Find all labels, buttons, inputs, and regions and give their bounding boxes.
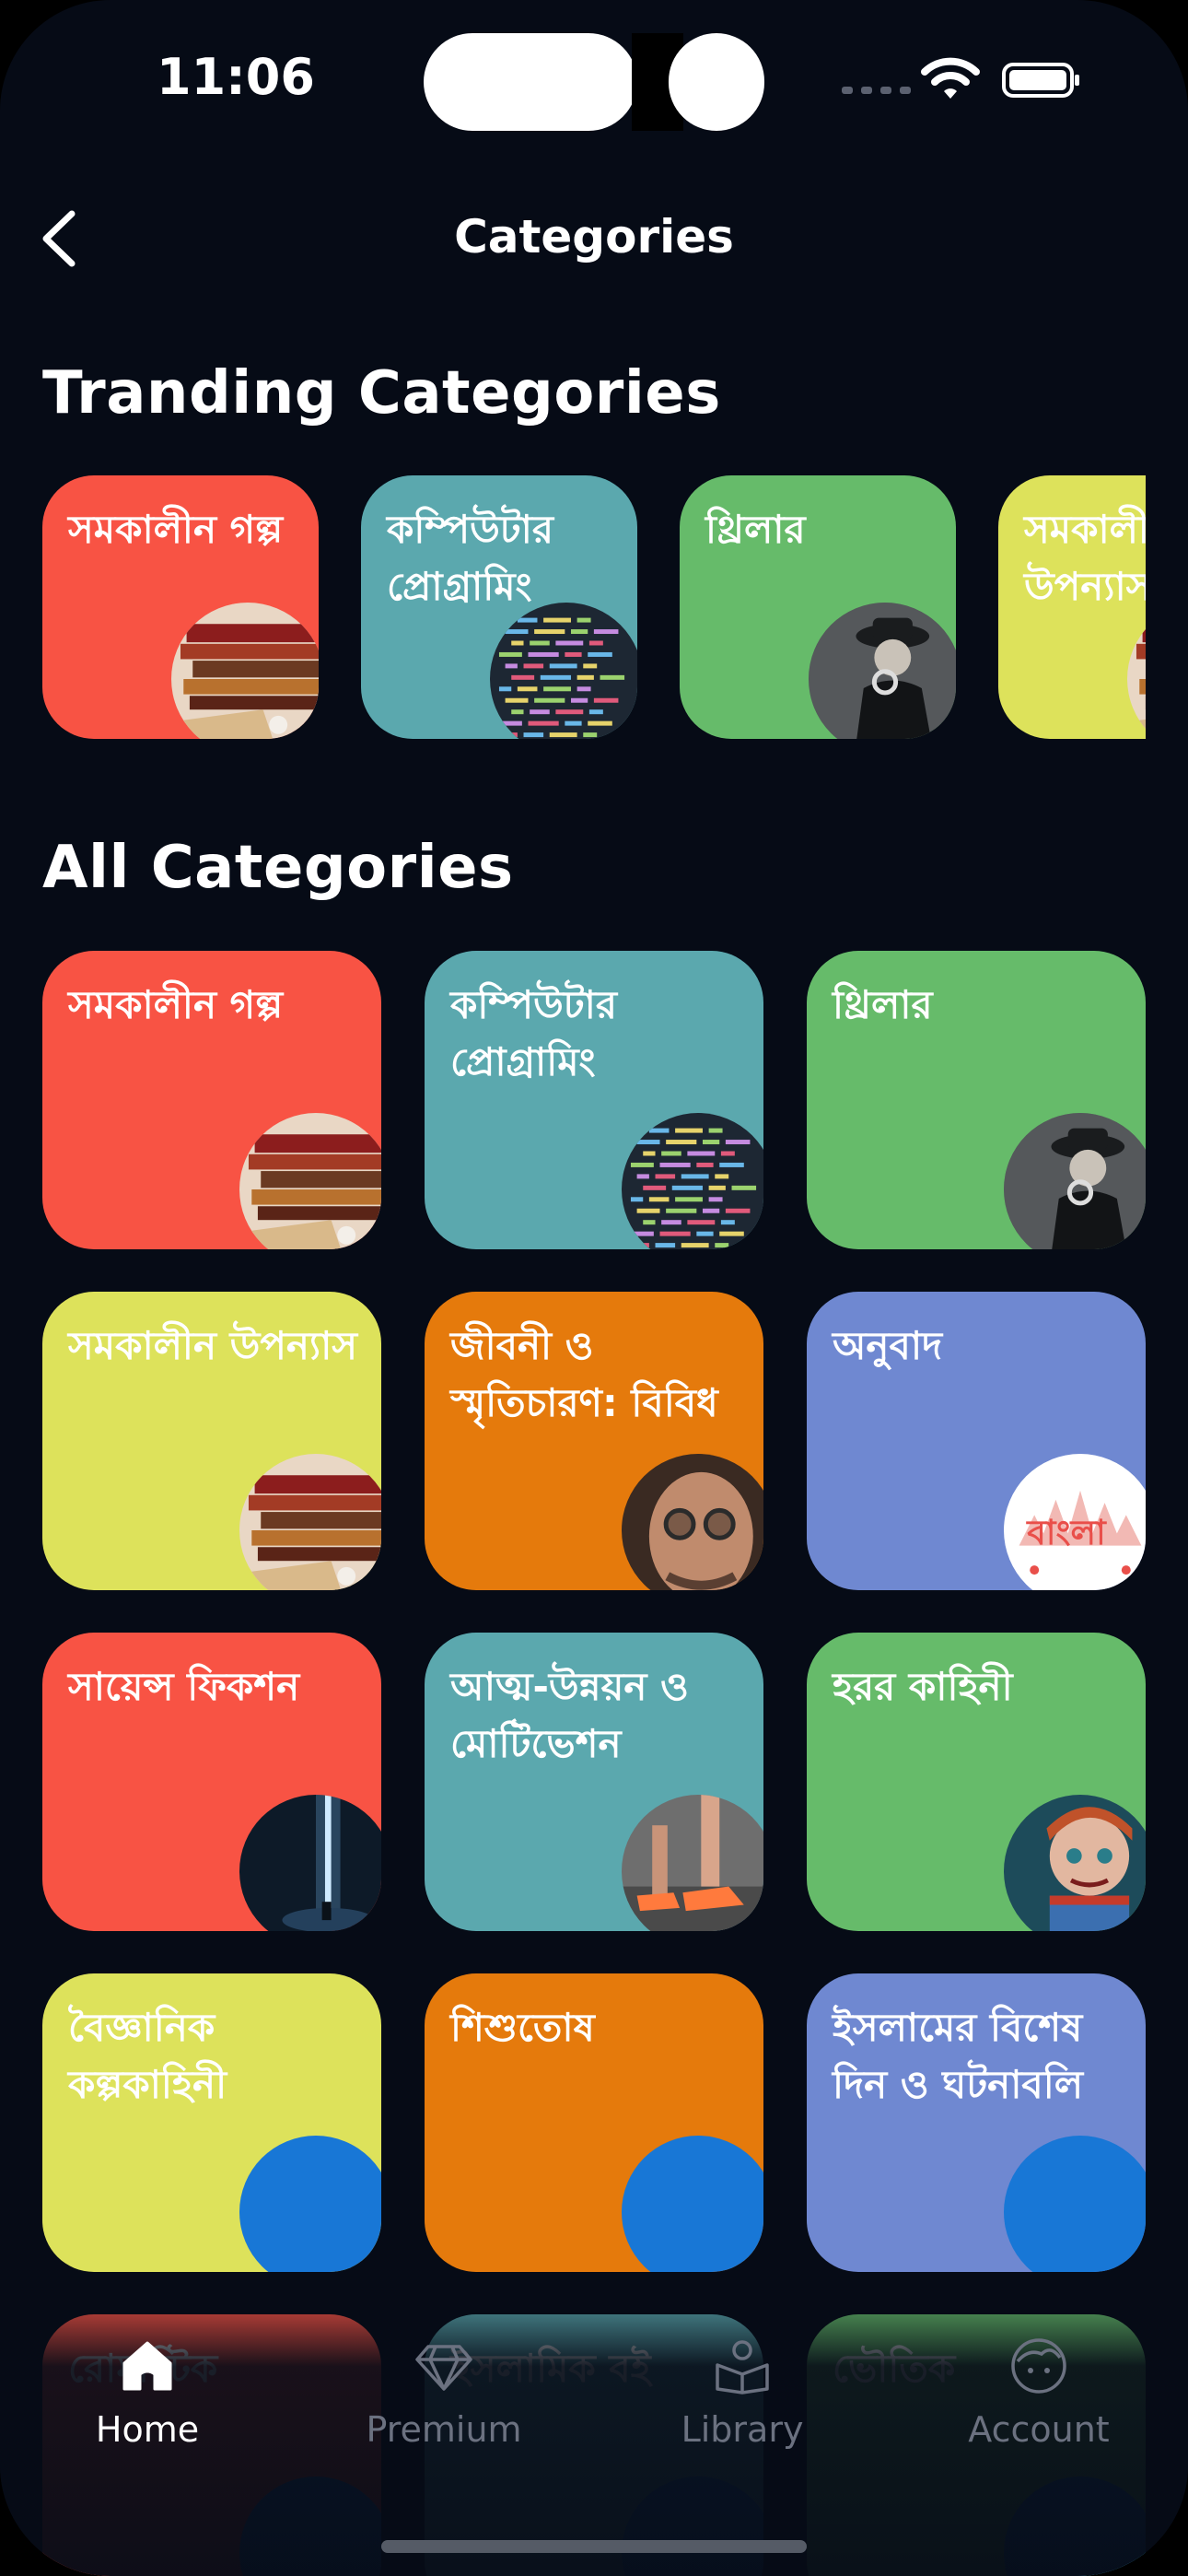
category-card[interactable]: শিশুতোষ <box>425 1973 763 2272</box>
blue-circle <box>239 2136 381 2272</box>
category-card-thumbnail <box>1004 1113 1146 1249</box>
category-card-label: সমকালীন গল্প <box>68 982 284 1027</box>
category-card-label: সমকালীন উপন্যাস <box>68 1323 358 1368</box>
category-card-thumbnail <box>1004 1795 1146 1931</box>
doll-image <box>1004 1795 1146 1931</box>
books-image <box>1127 603 1146 739</box>
light-beam-image <box>239 1795 381 1931</box>
trending-card[interactable]: থ্রিলার <box>680 475 956 739</box>
category-card[interactable]: আত্ম-উন্নয়ন ও মোটিভেশন <box>425 1633 763 1931</box>
detective-image <box>809 603 956 739</box>
diamond-icon <box>415 2345 472 2391</box>
trending-card-thumbnail <box>171 603 319 739</box>
nav-library-label: Library <box>681 2409 804 2450</box>
trending-section-title: Tranding Categories <box>42 359 721 427</box>
category-card-label: শিশুতোষ <box>450 2005 595 2050</box>
nav-account-label: Account <box>968 2409 1110 2450</box>
page-title: Categories <box>454 210 734 263</box>
category-card-label: থ্রিলার <box>833 982 933 1027</box>
dynamic-island-camera <box>669 33 764 131</box>
category-card-label: বৈজ্ঞানিক কল্পকাহিনী <box>68 2005 227 2107</box>
category-card[interactable]: কম্পিউটার প্রোগ্রামিং <box>425 951 763 1249</box>
trending-card-label: সমকালীন গল্প <box>68 507 284 552</box>
wifi-icon <box>921 57 980 99</box>
running-shoe-image <box>622 1795 763 1931</box>
home-icon <box>122 2341 172 2391</box>
category-card[interactable]: সমকালীন উপন্যাস <box>42 1292 381 1590</box>
books-image <box>171 603 319 739</box>
blue-circle <box>622 2136 763 2272</box>
app-screen: 11:06 Categories Tranding Categories সমক… <box>0 0 1188 2576</box>
category-card-thumbnail <box>622 1454 763 1590</box>
trending-card-thumbnail <box>809 603 956 739</box>
category-card-thumbnail <box>239 1795 381 1931</box>
account-icon <box>1011 2338 1066 2394</box>
category-card[interactable]: সায়েন্স ফিকশন <box>42 1633 381 1931</box>
category-card[interactable]: জীবনী ও স্মৃতিচারণ: বিবিধ <box>425 1292 763 1590</box>
code-image <box>622 1113 763 1249</box>
books-image <box>239 1113 381 1249</box>
code-image <box>490 603 637 739</box>
category-card-thumbnail <box>622 1795 763 1931</box>
category-card-label: জীবনী ও স্মৃতিচারণ: বিবিধ <box>450 1323 718 1425</box>
bangla-logo-text: বাংলা <box>1027 1513 1106 1552</box>
category-card-label: সায়েন্স ফিকশন <box>68 1664 300 1709</box>
trending-card-label: থ্রিলার <box>705 507 806 552</box>
category-card[interactable]: থ্রিলার <box>807 951 1146 1249</box>
category-card-thumbnail <box>239 1113 381 1249</box>
cellular-signal-icon <box>842 87 911 94</box>
trending-card[interactable]: সমকালীন উপন্যাস <box>998 475 1146 739</box>
category-card[interactable]: অনুবাদ বাংলা <box>807 1292 1146 1590</box>
category-card-label: আত্ম-উন্নয়ন ও মোটিভেশন <box>450 1664 689 1766</box>
detective-image <box>1004 1113 1146 1249</box>
trending-card-label: সমকালীন উপন্যাস <box>1024 507 1146 609</box>
trending-card-label: কম্পিউটার প্রোগ্রামিং <box>387 507 553 609</box>
trending-card-thumbnail <box>1127 603 1146 739</box>
trending-card[interactable]: সমকালীন গল্প <box>42 475 319 739</box>
category-card-label: ইসলামের বিশেষ দিন ও ঘটনাবলি <box>833 2005 1084 2107</box>
library-icon <box>716 2340 769 2395</box>
battery-icon <box>1002 63 1079 98</box>
category-card-thumbnail <box>622 2136 763 2272</box>
category-card-label: অনুবাদ <box>833 1323 943 1368</box>
nav-library[interactable]: Library <box>632 2336 853 2450</box>
category-card-thumbnail: বাংলা <box>1004 1454 1146 1590</box>
portrait-image <box>622 1454 763 1590</box>
blue-circle <box>1004 2136 1146 2272</box>
home-indicator <box>381 2540 807 2553</box>
category-card[interactable]: ইসলামের বিশেষ দিন ও ঘটনাবলি <box>807 1973 1146 2272</box>
category-card[interactable]: বৈজ্ঞানিক কল্পকাহিনী <box>42 1973 381 2272</box>
trending-card-thumbnail <box>490 603 637 739</box>
category-card[interactable]: হরর কাহিনী <box>807 1633 1146 1931</box>
trending-card[interactable]: কম্পিউটার প্রোগ্রামিং <box>361 475 637 739</box>
nav-premium-label: Premium <box>366 2409 522 2450</box>
nav-account[interactable]: Account <box>928 2336 1149 2450</box>
trending-categories-row[interactable]: সমকালীন গল্প কম্পিউটার প্রোগ্রামিং থ্রিলার… <box>42 475 1146 739</box>
category-card-thumbnail <box>239 1454 381 1590</box>
nav-premium[interactable]: Premium <box>333 2336 554 2450</box>
category-card-thumbnail <box>622 1113 763 1249</box>
status-time: 11:06 <box>157 48 315 106</box>
books-image <box>239 1454 381 1590</box>
dynamic-island <box>424 33 637 131</box>
category-card-label: হরর কাহিনী <box>833 1664 1013 1709</box>
category-card-thumbnail <box>239 2136 381 2272</box>
category-card[interactable]: সমকালীন গল্প <box>42 951 381 1249</box>
nav-home-label: Home <box>95 2409 200 2450</box>
nav-home[interactable]: Home <box>37 2336 258 2450</box>
category-card-thumbnail <box>1004 2136 1146 2272</box>
category-card-label: কম্পিউটার প্রোগ্রামিং <box>450 982 617 1084</box>
all-categories-title: All Categories <box>42 834 514 902</box>
